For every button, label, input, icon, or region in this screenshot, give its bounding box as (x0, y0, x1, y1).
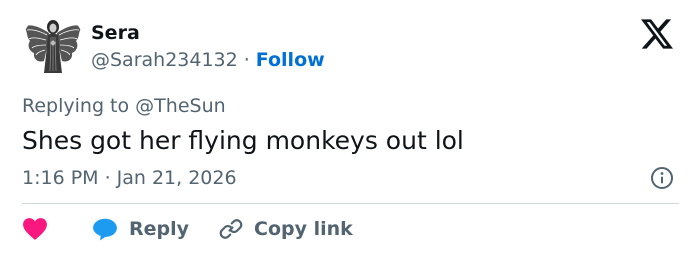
tweet-date: Jan 21, 2026 (116, 167, 237, 189)
angel-avatar-icon (24, 20, 82, 73)
link-icon (219, 219, 243, 239)
tweet-time: 1:16 PM (22, 167, 99, 189)
timestamp-separator: · (104, 167, 111, 189)
tweet-card: Sera @Sarah234132 · Follow Replying to @Th… (0, 0, 700, 256)
replying-to: Replying to @TheSun (22, 93, 226, 119)
handle-separator: · (243, 49, 250, 71)
action-bar: Reply Copy link (22, 214, 353, 244)
follow-button[interactable]: Follow (256, 49, 325, 71)
replying-prefix: Replying to (22, 95, 130, 117)
like-button[interactable] (22, 217, 92, 241)
reply-button[interactable]: Reply (92, 216, 189, 242)
avatar[interactable] (22, 13, 84, 75)
tweet-text: Shes got her flying monkeys out lol (22, 126, 464, 155)
divider (22, 203, 679, 204)
user-handle[interactable]: @Sarah234132 (91, 49, 238, 71)
reply-label: Reply (129, 218, 190, 240)
copy-link-label: Copy link (254, 218, 353, 240)
x-logo-icon[interactable] (641, 19, 673, 49)
replying-mention-link[interactable]: @TheSun (135, 95, 225, 117)
tweet-timestamp[interactable]: 1:16 PM · Jan 21, 2026 (22, 165, 237, 191)
copy-link-button[interactable]: Copy link (219, 216, 353, 242)
info-icon[interactable] (650, 166, 674, 190)
handle-row: @Sarah234132 · Follow (91, 47, 325, 73)
heart-icon (23, 218, 47, 240)
speech-bubble-icon (93, 218, 117, 241)
display-name[interactable]: Sera (91, 20, 140, 46)
